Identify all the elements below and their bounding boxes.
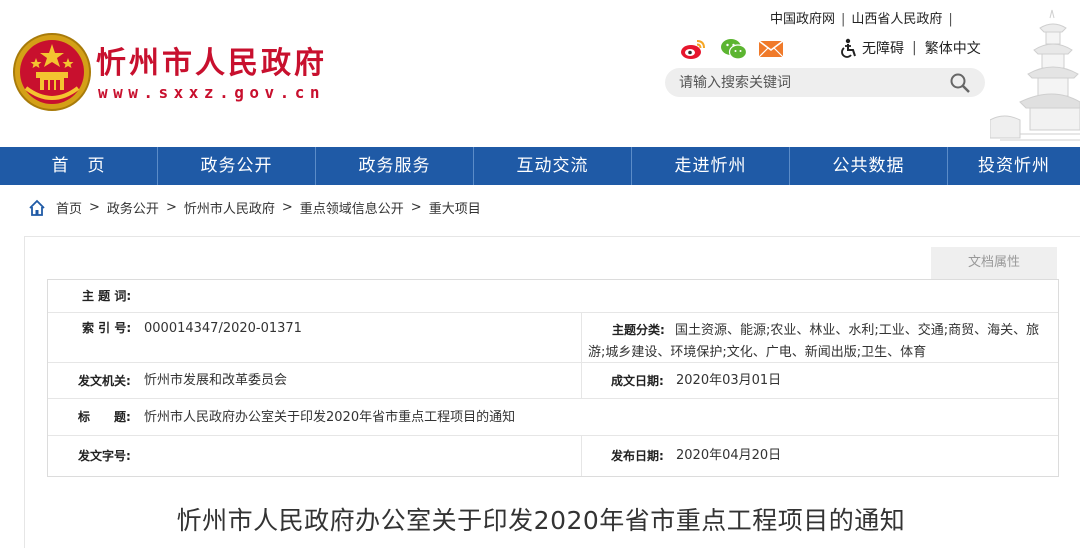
cell-divider [581, 436, 582, 476]
document-heading: 忻州市人民政府办公室关于印发2020年省市重点工程项目的通知 [176, 506, 906, 535]
national-emblem-icon [13, 33, 91, 111]
breadcrumb-city-gov[interactable]: 忻州市人民政府 [184, 198, 275, 217]
search-input[interactable] [679, 72, 939, 93]
mail-icon[interactable] [758, 38, 784, 60]
link-shanxi-gov[interactable]: 山西省人民政府 [851, 12, 942, 27]
label-topic-category: 主题分类: [612, 323, 665, 337]
content-panel: 文档属性 主 题 词: 索 引 号: 000014347/2020-01371 … [24, 236, 1080, 548]
label-index: 索 引 号: [82, 321, 132, 335]
breadcrumb-major-projects[interactable]: 重大项目 [429, 198, 481, 217]
nav-item-gov-services[interactable]: 政务服务 [316, 147, 474, 185]
breadcrumb-separator: > [165, 200, 177, 215]
search-icon[interactable] [949, 72, 971, 94]
label-title: 标 题: [78, 410, 131, 424]
breadcrumb-home[interactable]: 首页 [56, 198, 82, 217]
breadcrumb: 首页 > 政务公开 > 忻州市人民政府 > 重点领域信息公开 > 重大项目 [28, 198, 481, 217]
label-subject: 主 题 词: [82, 289, 132, 303]
label-publish-date: 发布日期: [611, 449, 664, 463]
nav-item-about-xinzhou[interactable]: 走进忻州 [632, 147, 790, 185]
meta-row-index: 索 引 号: 000014347/2020-01371 主题分类: 国土资源、能… [48, 313, 1058, 363]
breadcrumb-separator: > [281, 200, 293, 215]
value-title: 忻州市人民政府办公室关于印发2020年省市重点工程项目的通知 [144, 410, 516, 425]
cell-divider [581, 363, 582, 398]
breadcrumb-separator: > [410, 200, 422, 215]
accessibility-icon [841, 38, 856, 58]
value-issuer: 忻州市发展和改革委员会 [144, 373, 288, 388]
nav-item-home[interactable]: 首 页 [0, 147, 158, 185]
meta-row-subject: 主 题 词: [48, 280, 1058, 313]
topic-category-cell: 主题分类: 国土资源、能源;农业、林业、水利;工业、交通;商贸、海关、旅游;城乡… [588, 313, 1053, 362]
wechat-icon[interactable] [720, 38, 748, 60]
breadcrumb-separator: > [89, 200, 100, 215]
value-created-date: 2020年03月01日 [676, 373, 782, 388]
nav-item-interaction[interactable]: 互动交流 [474, 147, 632, 185]
label-issuer: 发文机关: [78, 374, 131, 388]
weibo-icon[interactable] [680, 38, 706, 60]
site-url: www.sxxz.gov.cn [98, 83, 325, 102]
nav-item-public-data[interactable]: 公共数据 [790, 147, 948, 185]
nav-item-invest-xinzhou[interactable]: 投资忻州 [948, 147, 1080, 185]
breadcrumb-gov-affairs-open[interactable]: 政务公开 [107, 198, 159, 217]
cell-divider [581, 313, 582, 362]
main-nav: 首 页 政务公开 政务服务 互动交流 走进忻州 公共数据 投资忻州 [0, 147, 1080, 185]
accessibility-link[interactable]: 无障碍 [862, 38, 904, 58]
nav-item-gov-affairs-open[interactable]: 政务公开 [158, 147, 316, 185]
doc-attributes-tab[interactable]: 文档属性 [931, 247, 1057, 279]
doc-attributes-table: 主 题 词: 索 引 号: 000014347/2020-01371 主题分类:… [47, 279, 1059, 477]
traditional-chinese-link[interactable]: 繁体中文 [925, 38, 981, 58]
home-icon[interactable] [28, 199, 46, 217]
pagoda-decoration-icon [990, 9, 1080, 141]
search-box [665, 68, 985, 97]
link-gov-cn[interactable]: 中国政府网 [770, 12, 835, 27]
breadcrumb-key-areas[interactable]: 重点领域信息公开 [300, 198, 404, 217]
site-header: 忻州市人民政府 www.sxxz.gov.cn 中国政府网 | 山西省人民政府 | 无… [0, 0, 1080, 147]
meta-row-doc-number: 发文字号: 发布日期: 2020年04月20日 [48, 436, 1058, 476]
label-created-date: 成文日期: [611, 374, 664, 388]
meta-row-title: 标 题: 忻州市人民政府办公室关于印发2020年省市重点工程项目的通知 [48, 399, 1058, 436]
site-title[interactable]: 忻州市人民政府 [96, 46, 327, 82]
accessibility-links: 无障碍 | 繁体中文 [840, 38, 981, 58]
meta-row-issuer: 发文机关: 忻州市发展和改革委员会 成文日期: 2020年03月01日 [48, 363, 1058, 399]
label-doc-number: 发文字号: [78, 449, 131, 463]
value-publish-date: 2020年04月20日 [676, 448, 782, 463]
top-links: 中国政府网 | 山西省人民政府 | [770, 12, 953, 27]
value-index: 000014347/2020-01371 [144, 321, 302, 336]
